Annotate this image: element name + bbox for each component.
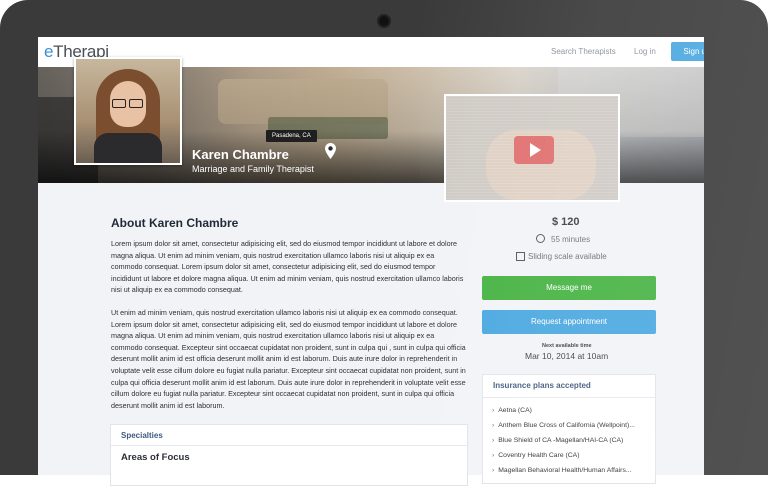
therapist-photo <box>74 57 182 165</box>
about-paragraph-2: Ut enim ad minim veniam, quis nostrud ex… <box>111 308 466 410</box>
login-link[interactable]: Log in <box>634 47 656 56</box>
search-therapists-link[interactable]: Search Therapists <box>551 47 616 56</box>
about-paragraph-1: Lorem ipsum dolor sit amet, consectetur … <box>111 239 464 295</box>
insurance-panel: Insurance plans accepted › Aetna (CA) › An… <box>482 374 656 484</box>
specialties-panel: Specialties Areas of Focus <box>110 424 468 486</box>
session-price: $ 120 <box>552 216 580 228</box>
insurance-item[interactable]: › Anthem Blue Cross of California (Wellpo… <box>492 422 635 429</box>
next-available-label: Next available time <box>542 343 592 349</box>
sliding-scale-text: Sliding scale available <box>528 252 607 261</box>
areas-of-focus-heading: Areas of Focus <box>121 452 190 463</box>
play-icon[interactable] <box>514 136 554 164</box>
therapist-name: Karen Chambre <box>192 147 289 162</box>
clock-icon <box>536 234 545 243</box>
chevron-right-icon: › <box>492 452 495 459</box>
chevron-right-icon: › <box>492 467 495 474</box>
camera-icon <box>377 14 391 28</box>
avatar <box>76 59 180 163</box>
avatar-shirt <box>94 133 162 163</box>
logo-e: e <box>44 42 54 61</box>
avatar-glasses-left <box>112 99 126 108</box>
location-pin-icon <box>325 143 336 159</box>
calendar-icon <box>516 252 525 261</box>
insurance-item[interactable]: › Blue Shield of CA -Magellan/HAI-CA (CA) <box>492 437 623 444</box>
next-available-time: Mar 10, 2014 at 10am <box>525 351 609 361</box>
message-me-button[interactable]: Message me <box>482 276 656 300</box>
location-badge: Pasadena, CA <box>266 130 317 142</box>
signup-button[interactable]: Sign up <box>671 42 704 61</box>
insurance-header: Insurance plans accepted <box>493 381 591 390</box>
chevron-right-icon: › <box>492 422 495 429</box>
chevron-right-icon: › <box>492 407 495 414</box>
insurance-item[interactable]: › Magellan Behavioral Health/Human Affair… <box>492 467 632 474</box>
divider <box>111 445 467 446</box>
session-duration: 55 minutes <box>551 235 591 244</box>
avatar-glasses-right <box>129 99 143 108</box>
insurance-item[interactable]: › Aetna (CA) <box>492 407 532 414</box>
request-appointment-button[interactable]: Request appointment <box>482 310 656 334</box>
intro-video[interactable] <box>444 94 620 202</box>
about-title: About Karen Chambre <box>111 216 239 230</box>
specialties-header: Specialties <box>121 431 163 440</box>
insurance-item[interactable]: › Coventry Health Care (CA) <box>492 452 579 459</box>
divider <box>483 397 655 398</box>
chevron-right-icon: › <box>492 437 495 444</box>
therapist-role: Marriage and Family Therapist <box>192 164 314 174</box>
